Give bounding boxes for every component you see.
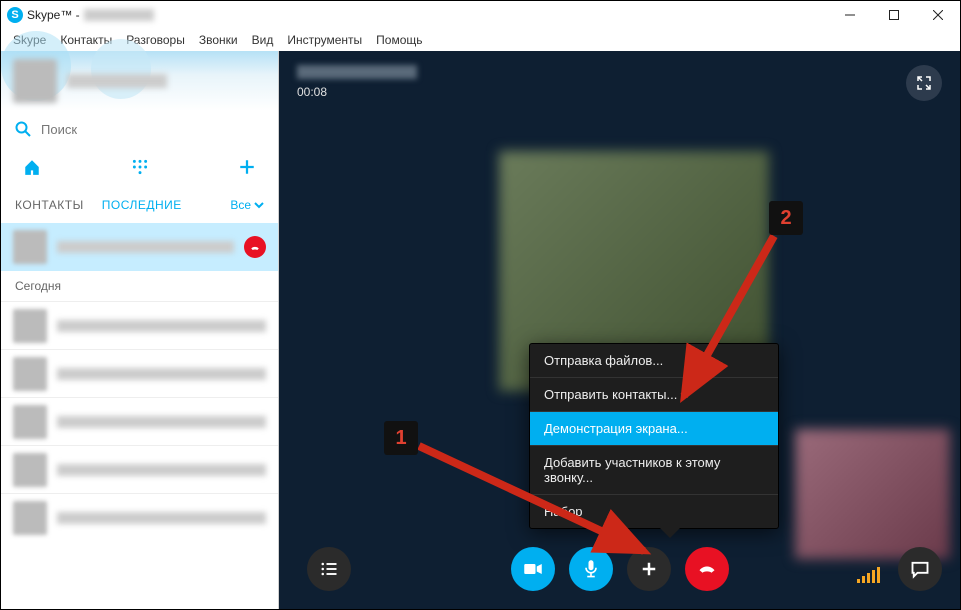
section-today: Сегодня (1, 271, 278, 301)
menu-view[interactable]: Вид (246, 31, 280, 49)
chat-icon (910, 559, 930, 579)
menu-tools[interactable]: Инструменты (281, 31, 368, 49)
hangup-button[interactable] (685, 547, 729, 591)
home-icon[interactable] (23, 158, 41, 176)
menu-calls[interactable]: Звонки (193, 31, 244, 49)
search-placeholder: Поиск (41, 122, 77, 137)
menu-help[interactable]: Помощь (370, 31, 428, 49)
contact-avatar (13, 357, 47, 391)
annotation-marker-1: 1 (384, 421, 418, 455)
fullscreen-icon (916, 75, 932, 91)
self-name (67, 74, 167, 88)
menu-add-participants[interactable]: Добавить участников к этому звонку... (530, 446, 778, 495)
video-toggle-button[interactable] (511, 547, 555, 591)
search-icon (15, 121, 31, 137)
plus-icon (639, 559, 659, 579)
contact-avatar (13, 309, 47, 343)
maximize-button[interactable] (872, 1, 916, 29)
contact-row[interactable] (1, 397, 278, 445)
sidebar-tabs: КОНТАКТЫ ПОСЛЕДНИЕ Все (1, 187, 278, 223)
call-header: 00:08 (297, 65, 417, 99)
window-controls (828, 1, 960, 29)
menubar: Skype Контакты Разговоры Звонки Вид Инст… (1, 29, 960, 51)
contact-name (57, 464, 266, 476)
contact-avatar (13, 405, 47, 439)
contact-name (57, 416, 266, 428)
close-button[interactable] (916, 1, 960, 29)
filter-all[interactable]: Все (230, 198, 264, 212)
camera-icon (523, 559, 543, 579)
signal-strength-icon (857, 567, 880, 583)
titlebar: S Skype™ - (1, 1, 960, 29)
contact-name (57, 320, 266, 332)
contact-row-active-call[interactable] (1, 223, 278, 271)
menu-dial[interactable]: Набор (530, 495, 778, 528)
self-video-preview (795, 429, 950, 559)
menu-share-screen[interactable]: Демонстрация экрана... (530, 412, 778, 446)
call-pane: 00:08 Отправка файлов... Отправить конта… (279, 51, 960, 609)
plus-context-menu: Отправка файлов... Отправить контакты...… (529, 343, 779, 529)
tab-contacts[interactable]: КОНТАКТЫ (15, 198, 84, 212)
contact-row[interactable] (1, 445, 278, 493)
dialpad-icon[interactable] (131, 158, 149, 176)
contact-row[interactable] (1, 493, 278, 541)
filter-all-label: Все (230, 198, 251, 212)
search-field[interactable]: Поиск (1, 111, 278, 147)
contact-name (57, 368, 266, 380)
contact-name (57, 512, 266, 524)
window-title-username (84, 9, 154, 21)
annotation-marker-2: 2 (769, 201, 803, 235)
hangup-icon (697, 559, 717, 579)
contact-list: Сегодня (1, 223, 278, 609)
contact-avatar (13, 453, 47, 487)
nav-icons (1, 147, 278, 187)
window-title: Skype™ - (27, 8, 80, 22)
contact-row[interactable] (1, 349, 278, 397)
sidebar: Поиск КОНТАКТЫ ПОСЛЕДНИЕ Все Сегодня (1, 51, 279, 609)
call-contact-name (297, 65, 417, 79)
contact-name (57, 241, 234, 253)
mic-toggle-button[interactable] (569, 547, 613, 591)
tab-recent[interactable]: ПОСЛЕДНИЕ (102, 198, 182, 212)
contact-avatar (13, 501, 47, 535)
call-list-button[interactable] (307, 547, 351, 591)
menu-send-files[interactable]: Отправка файлов... (530, 344, 778, 378)
contact-avatar (13, 230, 47, 264)
minimize-button[interactable] (828, 1, 872, 29)
chat-button[interactable] (898, 547, 942, 591)
microphone-icon (581, 559, 601, 579)
contact-row[interactable] (1, 301, 278, 349)
menu-send-contacts[interactable]: Отправить контакты... (530, 378, 778, 412)
fullscreen-button[interactable] (906, 65, 942, 101)
add-icon[interactable] (238, 158, 256, 176)
call-timer: 00:08 (297, 85, 417, 99)
profile-header[interactable] (1, 51, 278, 111)
skype-logo-icon: S (7, 7, 23, 23)
plus-button[interactable] (627, 547, 671, 591)
list-icon (319, 559, 339, 579)
chevron-down-icon (254, 200, 264, 210)
self-avatar (13, 59, 57, 103)
contact-hangup-icon[interactable] (244, 236, 266, 258)
